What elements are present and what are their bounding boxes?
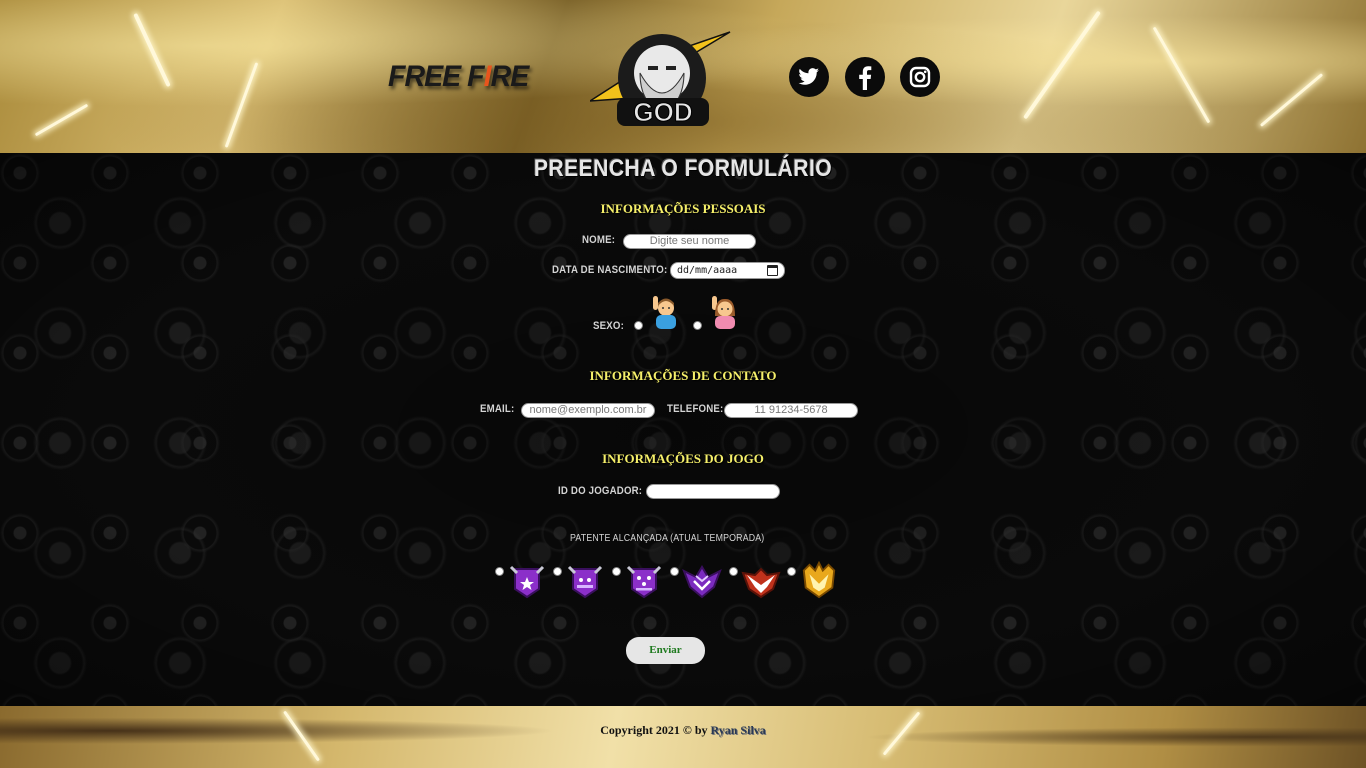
- instagram-link[interactable]: [900, 57, 940, 97]
- twitter-link[interactable]: [789, 57, 829, 97]
- sex-label: SEXO:: [593, 320, 625, 332]
- phone-label: TELEFONE:: [667, 403, 724, 415]
- svg-text:GOD: GOD: [633, 97, 692, 127]
- form-area: PREENCHA O FORMULÁRIO INFORMAÇÕES PESSOA…: [0, 153, 1366, 706]
- rank-radio-2[interactable]: [553, 567, 562, 576]
- lightning-decoration: [224, 62, 259, 148]
- calendar-icon[interactable]: [767, 265, 778, 276]
- free-fire-logo: FREE FIRE: [388, 60, 529, 93]
- lightning-decoration: [1152, 26, 1211, 124]
- sex-female-radio[interactable]: [693, 321, 702, 330]
- rank-heroic-icon: [741, 567, 781, 599]
- rank-platinum-1-icon: [509, 565, 545, 599]
- author-name: Ryan Silva: [710, 723, 766, 737]
- rank-radio-5[interactable]: [729, 567, 738, 576]
- rank-platinum-2-icon: [567, 565, 603, 599]
- lightning-decoration: [133, 12, 171, 88]
- rank-diamond-icon: [682, 565, 722, 599]
- lightning-decoration: [34, 103, 89, 137]
- footer: Copyright 2021 © by Ryan Silva: [0, 706, 1366, 768]
- player-id-input[interactable]: [646, 484, 780, 499]
- section-title-personal: INFORMAÇÕES PESSOAIS: [600, 201, 766, 216]
- facebook-icon: [846, 58, 884, 96]
- email-input[interactable]: nome@exemplo.com.br: [521, 403, 655, 418]
- sex-male-radio[interactable]: [634, 321, 643, 330]
- email-label: EMAIL:: [480, 403, 515, 415]
- rank-radio-4[interactable]: [670, 567, 679, 576]
- player-id-label: ID DO JOGADOR:: [558, 485, 643, 497]
- submit-button[interactable]: Enviar: [626, 637, 705, 664]
- copyright-prefix: Copyright 2021 © by: [600, 723, 708, 737]
- copyright-text: Copyright 2021 © by Ryan Silva: [0, 723, 1366, 738]
- twitter-icon: [790, 58, 828, 96]
- rank-master-icon: [802, 561, 836, 599]
- rank-radio-1[interactable]: [495, 567, 504, 576]
- birth-date-placeholder: dd/mm/aaaa: [677, 265, 738, 276]
- name-input[interactable]: Digite seu nome: [623, 234, 756, 249]
- rank-radio-6[interactable]: [787, 567, 796, 576]
- birth-date-input[interactable]: dd/mm/aaaa: [670, 262, 785, 279]
- birth-date-label: DATA DE NASCIMENTO:: [552, 264, 668, 276]
- name-label: NOME:: [582, 234, 616, 246]
- header-banner: FREE FIRE GOD: [0, 0, 1366, 153]
- lightning-decoration: [1023, 10, 1101, 120]
- rank-platinum-3-icon: [626, 565, 662, 599]
- god-logo: GOD: [590, 31, 731, 128]
- rank-radio-3[interactable]: [612, 567, 621, 576]
- section-title-contact: INFORMAÇÕES DE CONTATO: [589, 368, 777, 383]
- page-title: PREENCHA O FORMULÁRIO: [533, 155, 833, 182]
- phone-input[interactable]: 11 91234-5678: [724, 403, 858, 418]
- man-raising-hand-icon: [653, 296, 676, 329]
- instagram-icon: [901, 58, 939, 96]
- section-title-game: INFORMAÇÕES DO JOGO: [602, 451, 764, 466]
- rank-label: PATENTE ALCANÇADA (ATUAL TEMPORADA): [570, 533, 765, 544]
- lightning-decoration: [1259, 73, 1324, 127]
- facebook-link[interactable]: [845, 57, 885, 97]
- woman-raising-hand-icon: [712, 296, 735, 329]
